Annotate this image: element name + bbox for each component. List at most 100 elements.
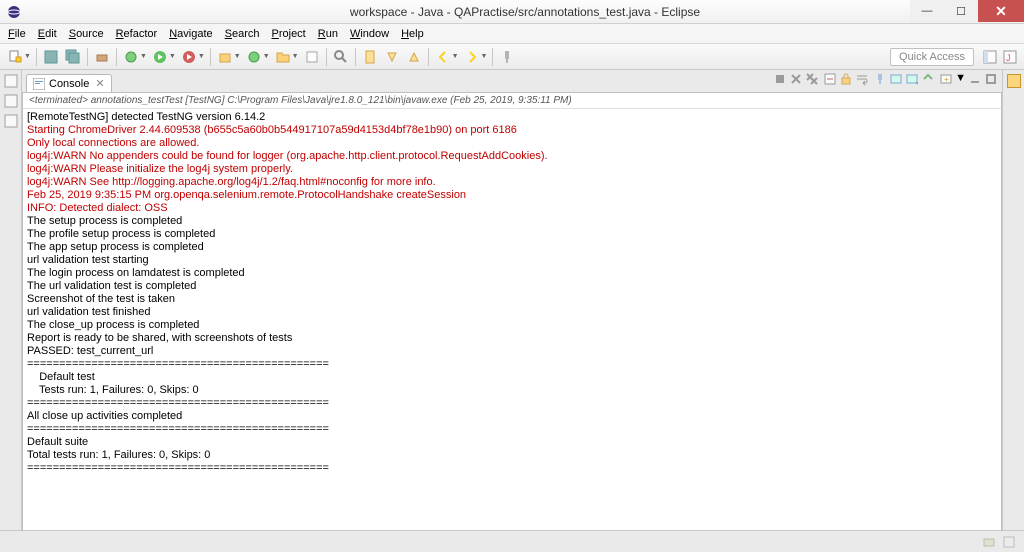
console-line: The setup process is completed xyxy=(27,215,997,228)
console-line: ========================================… xyxy=(27,358,997,371)
console-line: Default test xyxy=(27,371,997,384)
perspective-switcher: J xyxy=(980,49,1020,65)
console-tab[interactable]: Console ✕ xyxy=(26,74,112,92)
console-line: Feb 25, 2019 9:35:15 PM org.openqa.selen… xyxy=(27,189,997,202)
terminate-icon[interactable] xyxy=(773,72,787,86)
back-icon[interactable] xyxy=(435,49,451,65)
left-trim xyxy=(0,70,22,552)
java-perspective-icon[interactable]: J xyxy=(1002,49,1018,65)
console-line: Screenshot of the test is taken xyxy=(27,293,997,306)
forward-icon[interactable] xyxy=(464,49,480,65)
title-bar: workspace - Java - QAPractise/src/annota… xyxy=(0,0,1024,24)
main-toolbar: ▼ ▼ ▼ ▼ ▼ ▼ ▼ ▼ ▼ Quick Access J xyxy=(0,44,1024,70)
open-perspective-icon[interactable] xyxy=(982,49,998,65)
menu-run[interactable]: Run xyxy=(312,26,344,42)
svg-text:J: J xyxy=(1006,53,1011,63)
show-console-icon[interactable] xyxy=(905,72,919,86)
window-controls: — ☐ ✕ xyxy=(910,0,1024,22)
new-icon[interactable] xyxy=(7,49,23,65)
restore-view-icon[interactable] xyxy=(4,74,18,88)
menu-refactor[interactable]: Refactor xyxy=(110,26,164,42)
pin-console-icon[interactable] xyxy=(873,72,887,86)
status-icon[interactable] xyxy=(982,535,996,549)
console-line: The close_up process is completed xyxy=(27,319,997,332)
dropdown-arrow[interactable]: ▼ xyxy=(169,53,176,60)
console-line: log4j:WARN No appenders could be found f… xyxy=(27,150,997,163)
task-list-icon[interactable] xyxy=(1007,74,1021,88)
console-line: log4j:WARN Please initialize the log4j s… xyxy=(27,163,997,176)
editor-area: Console ✕ +▼ <termi xyxy=(22,70,1002,552)
dropdown-arrow[interactable]: ▼ xyxy=(292,53,299,60)
debug-icon[interactable] xyxy=(123,49,139,65)
menu-window[interactable]: Window xyxy=(344,26,395,42)
open-console-icon[interactable] xyxy=(921,72,935,86)
build-icon[interactable] xyxy=(94,49,110,65)
save-icon[interactable] xyxy=(43,49,59,65)
console-line: Default suite xyxy=(27,436,997,449)
right-trim xyxy=(1002,70,1024,552)
new-class-icon[interactable] xyxy=(246,49,262,65)
dropdown-arrow[interactable]: ▼ xyxy=(234,53,241,60)
console-line: Starting ChromeDriver 2.44.609538 (b655c… xyxy=(27,124,997,137)
min-icon[interactable] xyxy=(968,72,982,86)
restore-view-icon[interactable] xyxy=(4,114,18,128)
scroll-lock-icon[interactable] xyxy=(839,72,853,86)
quick-access-input[interactable]: Quick Access xyxy=(890,48,974,66)
console-line: ========================================… xyxy=(27,423,997,436)
open-type-icon[interactable] xyxy=(304,49,320,65)
menu-navigate[interactable]: Navigate xyxy=(163,26,218,42)
menu-project[interactable]: Project xyxy=(266,26,312,42)
menu-edit[interactable]: Edit xyxy=(32,26,63,42)
toggle-mark-icon[interactable] xyxy=(362,49,378,65)
console-icon xyxy=(33,78,45,90)
clear-console-icon[interactable] xyxy=(823,72,837,86)
display-selected-icon[interactable] xyxy=(889,72,903,86)
minimize-button[interactable]: — xyxy=(910,0,944,22)
word-wrap-icon[interactable] xyxy=(855,72,869,86)
console-line: Report is ready to be shared, with scree… xyxy=(27,332,997,345)
prev-annotation-icon[interactable] xyxy=(406,49,422,65)
menu-file[interactable]: File xyxy=(2,26,32,42)
dropdown-arrow[interactable]: ▼ xyxy=(481,53,488,60)
max-icon[interactable] xyxy=(984,72,998,86)
restore-view-icon[interactable] xyxy=(4,94,18,108)
console-tab-label: Console xyxy=(49,78,89,90)
remove-all-icon[interactable] xyxy=(805,72,819,86)
pin-icon[interactable] xyxy=(499,49,515,65)
console-line: Only local connections are allowed. xyxy=(27,137,997,150)
dropdown-arrow[interactable]: ▼ xyxy=(452,53,459,60)
console-output[interactable]: [RemoteTestNG] detected TestNG version 6… xyxy=(22,109,1002,552)
console-line: url validation test finished xyxy=(27,306,997,319)
dropdown-arrow[interactable]: ▼ xyxy=(140,53,147,60)
eclipse-icon xyxy=(6,4,22,20)
menu-source[interactable]: Source xyxy=(63,26,110,42)
status-icon[interactable] xyxy=(1002,535,1016,549)
remove-launch-icon[interactable] xyxy=(789,72,803,86)
dropdown-arrow[interactable]: ▼ xyxy=(263,53,270,60)
new-console-icon[interactable]: + xyxy=(939,72,953,86)
console-toolbar: +▼ xyxy=(773,72,998,86)
console-line: The app setup process is completed xyxy=(27,241,997,254)
console-line: The login process on lamdatest is comple… xyxy=(27,267,997,280)
window-title: workspace - Java - QAPractise/src/annota… xyxy=(26,5,1024,19)
dropdown-arrow[interactable]: ▼ xyxy=(24,53,31,60)
new-package-icon[interactable] xyxy=(217,49,233,65)
maximize-button[interactable]: ☐ xyxy=(944,0,978,22)
console-launch-info: <terminated> annotations_testTest [TestN… xyxy=(22,92,1002,109)
console-line: The url validation test is completed xyxy=(27,280,997,293)
menu-bar: FileEditSourceRefactorNavigateSearchProj… xyxy=(0,24,1024,44)
run-icon[interactable] xyxy=(152,49,168,65)
menu-help[interactable]: Help xyxy=(395,26,430,42)
run-last-icon[interactable] xyxy=(181,49,197,65)
new-folder-icon[interactable] xyxy=(275,49,291,65)
save-all-icon[interactable] xyxy=(65,49,81,65)
menu-search[interactable]: Search xyxy=(219,26,266,42)
next-annotation-icon[interactable] xyxy=(384,49,400,65)
dropdown-arrow[interactable]: ▼ xyxy=(198,53,205,60)
view-tabs: Console ✕ +▼ xyxy=(22,70,1002,92)
console-line: [RemoteTestNG] detected TestNG version 6… xyxy=(27,111,997,124)
search-icon[interactable] xyxy=(333,49,349,65)
tab-close-icon[interactable]: ✕ xyxy=(95,77,104,90)
close-button[interactable]: ✕ xyxy=(978,0,1024,22)
dropdown-arrow[interactable]: ▼ xyxy=(955,72,966,86)
